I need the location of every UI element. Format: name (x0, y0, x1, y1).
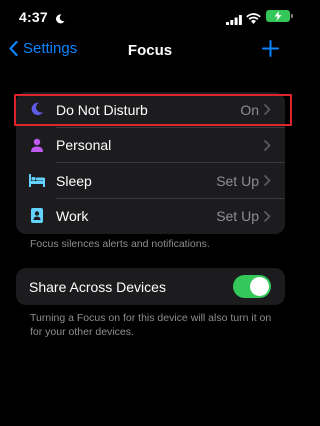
plus-icon (262, 40, 279, 57)
share-across-devices-row: Share Across Devices (16, 268, 285, 305)
share-footnote: Turning a Focus on for this device will … (30, 312, 272, 338)
toggle-knob (250, 277, 269, 296)
focus-row-status: Set Up (216, 172, 259, 189)
add-focus-button[interactable] (262, 40, 279, 62)
focus-footnote: Focus silences alerts and notifications. (30, 238, 210, 250)
focus-row-personal[interactable]: Personal (16, 128, 285, 163)
focus-row-label: Do Not Disturb (56, 101, 148, 118)
bed-icon (29, 172, 45, 188)
moon-icon (29, 101, 45, 117)
status-time: 4:37 (19, 9, 48, 25)
chevron-right-icon (264, 210, 271, 222)
share-across-devices-toggle[interactable] (233, 275, 271, 298)
person-icon (29, 137, 45, 153)
focus-row-label: Personal (56, 137, 112, 154)
share-across-devices-group: Share Across Devices (16, 268, 285, 305)
page-title: Focus (127, 42, 173, 59)
focus-row-do-not-disturb[interactable]: Do Not Disturb On (16, 92, 285, 128)
wifi-icon (246, 11, 261, 29)
focus-modes-list: Do Not Disturb On Personal Sleep Set Up … (16, 92, 285, 234)
battery-charging-icon (266, 10, 293, 22)
chevron-right-icon (264, 139, 271, 151)
chevron-right-icon (264, 104, 271, 115)
badge-icon (29, 208, 45, 224)
focus-row-status: On (240, 101, 259, 118)
focus-row-label: Work (56, 208, 89, 225)
chevron-right-icon (264, 175, 271, 186)
focus-moon-icon (55, 11, 65, 29)
focus-row-work[interactable]: Work Set Up (16, 199, 285, 235)
status-bar: 4:37 (0, 0, 300, 34)
cellular-signal-icon (226, 12, 242, 30)
focus-row-sleep[interactable]: Sleep Set Up (16, 163, 285, 199)
navigation-bar: Settings Focus (0, 34, 300, 68)
focus-row-label: Sleep (56, 172, 92, 189)
focus-row-status: Set Up (216, 208, 259, 225)
share-across-devices-label: Share Across Devices (29, 278, 166, 295)
